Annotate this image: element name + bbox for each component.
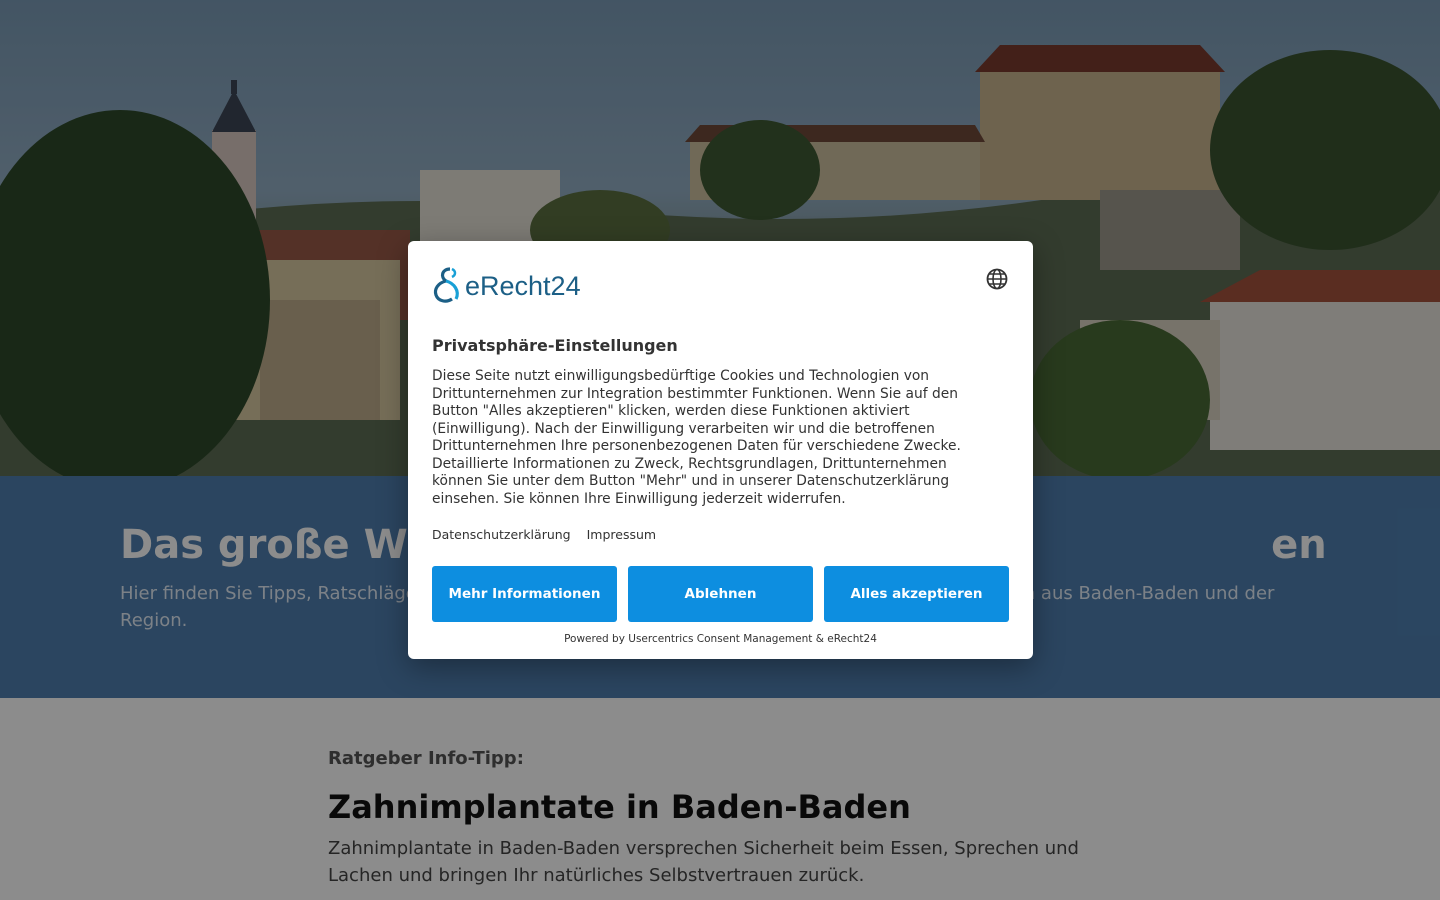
dialog-description: Diese Seite nutzt einwilligungsbedürftig… [432,368,961,507]
privacy-policy-link[interactable]: Datenschutzerklärung [432,527,571,542]
consent-dialog: eRecht24 Privatsphäre-Einstellungen Dies… [408,241,1033,659]
imprint-link[interactable]: Impressum [587,527,656,542]
erecht24-logo-icon [433,267,459,303]
logo-text: eRecht24 [465,271,581,301]
powered-by-text: Powered by Usercentrics Consent Manageme… [564,633,877,645]
deny-button[interactable]: Ablehnen [628,566,813,622]
dialog-title: Privatsphäre-Einstellungen [432,336,678,355]
accept-all-button[interactable]: Alles akzeptieren [824,566,1009,622]
language-button[interactable] [984,266,1010,292]
more-info-button[interactable]: Mehr Informationen [432,566,617,622]
globe-icon [986,268,1008,290]
erecht24-logo: eRecht24 [432,265,602,305]
dialog-links: Datenschutzerklärung Impressum [432,527,668,542]
